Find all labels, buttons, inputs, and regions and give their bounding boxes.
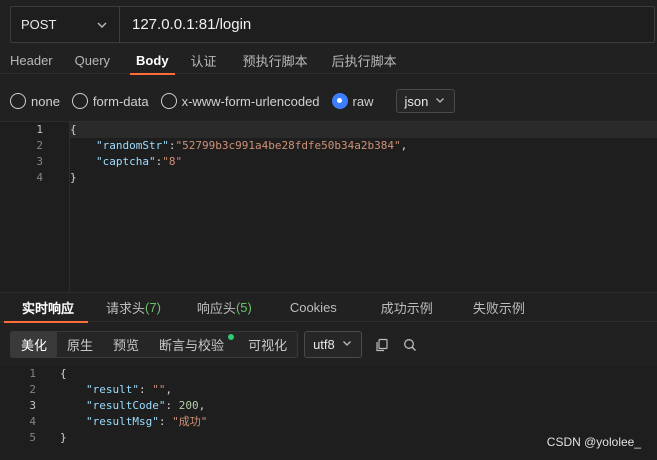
json-key: "randomStr" <box>96 139 169 152</box>
close-brace: } <box>70 171 77 184</box>
open-brace: { <box>60 367 67 380</box>
line-number: 1 <box>29 367 36 380</box>
view-mode-raw[interactable]: 原生 <box>57 332 103 357</box>
code-line: "captcha":"8" <box>96 155 183 168</box>
tab-post-script[interactable]: 后执行脚本 <box>320 46 409 74</box>
open-brace: { <box>70 123 77 136</box>
tab-auth[interactable]: 认证 <box>183 46 231 74</box>
line-number: 3 <box>29 399 36 412</box>
line-number: 5 <box>29 431 36 444</box>
url-input[interactable]: 127.0.0.1:81/login <box>120 7 654 42</box>
json-key: "result" <box>86 383 139 396</box>
format-select[interactable]: json <box>395 89 456 113</box>
code-line: { <box>60 366 657 382</box>
line-number: 3 <box>36 155 43 168</box>
view-mode-pretty[interactable]: 美化 <box>11 332 58 357</box>
tab-response-headers-label: 响应头 <box>196 301 236 316</box>
tab-request-headers[interactable]: 请求头 (7) <box>88 293 179 322</box>
json-key: "resultCode" <box>86 399 166 412</box>
request-tabs: Header Query Body 认证 预执行脚本 后执行脚本 <box>0 46 657 75</box>
json-key: "resultMsg" <box>86 415 159 428</box>
response-code-area: { "result": "", "resultCode": 200, "resu… <box>60 366 657 446</box>
view-mode-visualize[interactable]: 可视化 <box>238 332 297 357</box>
code-line: "resultMsg": "成功" <box>86 415 208 428</box>
line-number: 4 <box>29 415 36 428</box>
body-type-urlencoded[interactable]: x-www-form-urlencoded <box>160 93 320 109</box>
method-select[interactable]: POST <box>11 7 120 42</box>
request-bar: POST 127.0.0.1:81/login <box>10 6 655 43</box>
request-body-editor[interactable]: 1 2 3 4 { "randomStr":"52799b3c991a4be28… <box>0 121 657 291</box>
json-value: "8" <box>162 155 183 168</box>
encoding-value: utf8 <box>313 337 335 352</box>
code-area[interactable]: { "randomStr":"52799b3c991a4be28fdfe50b3… <box>70 122 657 186</box>
radio-none[interactable] <box>10 93 26 109</box>
code-line: } <box>70 170 657 186</box>
code-line: "resultCode": 200, <box>86 399 206 412</box>
line-number: 4 <box>36 171 43 184</box>
json-key: "captcha" <box>96 155 156 168</box>
close-brace: } <box>60 431 67 444</box>
chevron-down-icon <box>341 337 353 352</box>
view-mode-assert[interactable]: 断言与校验 <box>149 332 238 357</box>
copy-icon[interactable] <box>374 337 390 353</box>
json-value: "52799b3c991a4be28fdfe50b34a2b384" <box>175 139 401 152</box>
search-icon[interactable] <box>402 337 418 353</box>
tab-pre-script[interactable]: 预执行脚本 <box>231 46 320 74</box>
method-label: POST <box>21 17 57 32</box>
radio-raw[interactable] <box>331 93 348 109</box>
code-line: "randomStr":"52799b3c991a4be28fdfe50b34a… <box>96 139 408 152</box>
body-type-raw[interactable]: raw <box>331 93 374 109</box>
watermark: CSDN @yololee_ <box>546 435 641 449</box>
chevron-down-icon <box>95 18 109 32</box>
tab-live-response-label: 实时响应 <box>22 301 75 316</box>
body-type-group: none form-data x-www-form-urlencoded raw… <box>10 87 456 115</box>
line-number-gutter: 1 2 3 4 5 <box>0 366 60 460</box>
tab-body[interactable]: Body <box>122 46 183 75</box>
response-view-toolbar: 美化 原生 预览 断言与校验 可视化 utf8 <box>10 331 418 358</box>
view-mode-segment: 美化 原生 预览 断言与校验 可视化 <box>10 331 299 358</box>
json-value: "" <box>152 383 166 396</box>
request-headers-count: (7) <box>145 300 161 315</box>
body-type-none-label: none <box>31 93 60 109</box>
response-headers-count: (5) <box>235 300 252 315</box>
response-tabs: 实时响应 请求头 (7) 响应头 (5) Cookies 成功示例 失败示例 <box>0 292 657 323</box>
view-mode-assert-label: 断言与校验 <box>159 338 225 353</box>
body-type-urlencoded-label: x-www-form-urlencoded <box>181 93 320 109</box>
tab-cookies[interactable]: Cookies <box>270 293 357 322</box>
tab-request-headers-label: 请求头 <box>106 301 146 316</box>
tab-success-example[interactable]: 成功示例 <box>357 293 457 322</box>
format-select-value: json <box>404 93 429 109</box>
status-dot <box>228 334 235 340</box>
body-type-raw-label: raw <box>352 93 374 109</box>
code-line: "result": "", <box>86 383 173 396</box>
tab-response-headers[interactable]: 响应头 (5) <box>179 293 270 322</box>
tab-failure-example[interactable]: 失败示例 <box>457 293 541 322</box>
line-number-gutter: 1 2 3 4 <box>0 122 70 291</box>
line-number: 2 <box>36 139 43 152</box>
json-value: "成功" <box>172 415 208 428</box>
tab-live-response[interactable]: 实时响应 <box>0 293 89 323</box>
radio-form-data[interactable] <box>71 93 88 109</box>
view-mode-preview[interactable]: 预览 <box>103 332 149 357</box>
line-number: 2 <box>29 383 36 396</box>
tab-header[interactable]: Header <box>0 46 63 74</box>
encoding-select[interactable]: utf8 <box>304 331 362 358</box>
tab-query[interactable]: Query <box>63 46 122 74</box>
body-type-form-data[interactable]: form-data <box>71 93 149 109</box>
json-value: 200 <box>178 399 199 412</box>
body-type-none[interactable]: none <box>10 93 60 109</box>
chevron-down-icon <box>434 94 446 109</box>
body-type-form-data-label: form-data <box>92 93 149 109</box>
radio-urlencoded[interactable] <box>160 93 177 109</box>
line-number: 1 <box>36 123 43 136</box>
code-line: { <box>70 122 657 138</box>
